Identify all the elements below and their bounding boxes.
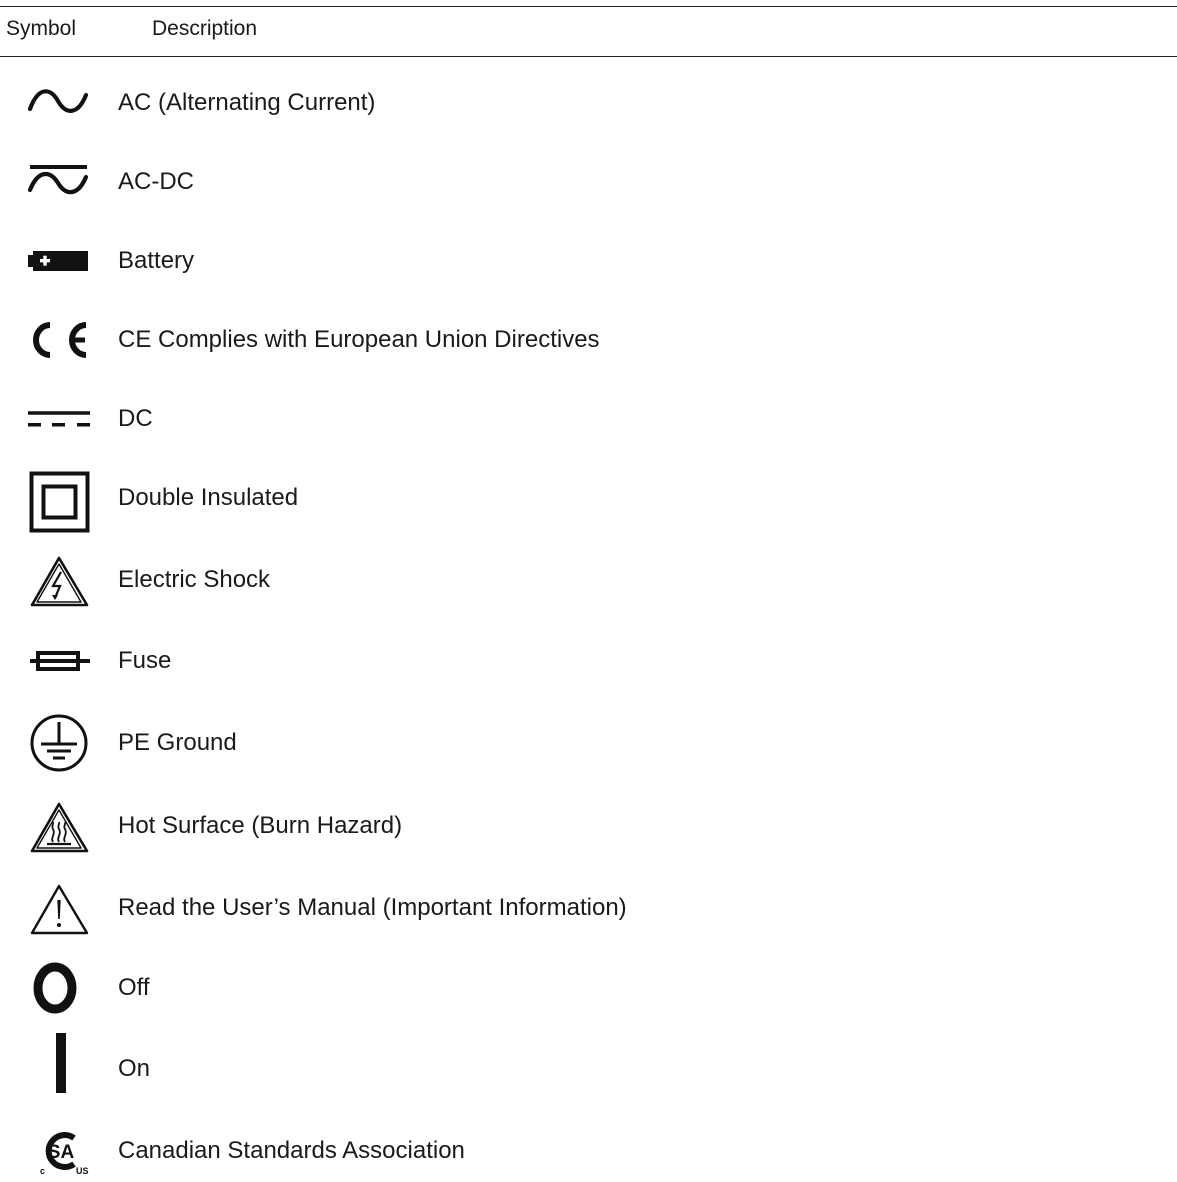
table-row: Read the User’s Manual (Important Inform… — [0, 878, 1177, 938]
table-row: SA c US Canadian Standards Association — [0, 1121, 1177, 1181]
table-row: AC-DC — [0, 152, 1177, 212]
row-description: Read the User’s Manual (Important Inform… — [118, 894, 627, 921]
pe-ground-icon — [0, 713, 110, 773]
row-description: Electric Shock — [118, 566, 271, 593]
csa-logo-icon: SA c US — [0, 1121, 110, 1181]
svg-text:c: c — [40, 1166, 45, 1176]
ac-sine-icon — [0, 73, 110, 133]
double-insulated-icon — [0, 468, 110, 533]
hot-surface-icon — [0, 796, 110, 856]
header-divider-rule — [0, 56, 1177, 57]
row-description: PE Ground — [118, 729, 237, 756]
fuse-icon — [0, 631, 110, 691]
row-description: AC-DC — [118, 168, 194, 195]
table-row: AC (Alternating Current) — [0, 73, 1177, 133]
table-row: Electric Shock — [0, 550, 1177, 610]
row-description: Battery — [118, 247, 195, 274]
symbol-column-header: Symbol — [6, 17, 77, 40]
table-row: DC — [0, 389, 1177, 449]
electric-shock-icon — [0, 550, 110, 610]
warning-manual-icon — [0, 878, 110, 938]
dc-icon — [0, 389, 110, 449]
table-top-rule — [0, 6, 1177, 7]
svg-text:US: US — [76, 1166, 89, 1176]
ac-dc-icon — [0, 152, 110, 212]
svg-text:SA: SA — [48, 1142, 75, 1163]
table-row: Battery — [0, 231, 1177, 291]
row-description: Hot Surface (Burn Hazard) — [118, 812, 403, 839]
row-description: AC (Alternating Current) — [118, 89, 376, 116]
row-description: Fuse — [118, 647, 172, 674]
off-icon — [0, 958, 110, 1018]
table-row: PE Ground — [0, 713, 1177, 773]
table-row: Off — [0, 958, 1177, 1018]
row-description: Canadian Standards Association — [118, 1137, 465, 1164]
table-row: CE Complies with European Union Directiv… — [0, 310, 1177, 370]
on-icon — [0, 1033, 110, 1099]
battery-icon — [0, 231, 110, 291]
table-row: Fuse — [0, 631, 1177, 691]
row-description: DC — [118, 405, 153, 432]
row-description: Off — [118, 974, 150, 1001]
row-description: Double Insulated — [118, 484, 299, 511]
description-column-header: Description — [152, 17, 258, 40]
ce-mark-icon — [0, 310, 110, 370]
row-description: CE Complies with European Union Directiv… — [118, 326, 600, 353]
table-row: Double Insulated — [0, 468, 1177, 533]
table-row: Hot Surface (Burn Hazard) — [0, 796, 1177, 856]
row-description: On — [118, 1055, 151, 1082]
table-row: On — [0, 1033, 1177, 1099]
